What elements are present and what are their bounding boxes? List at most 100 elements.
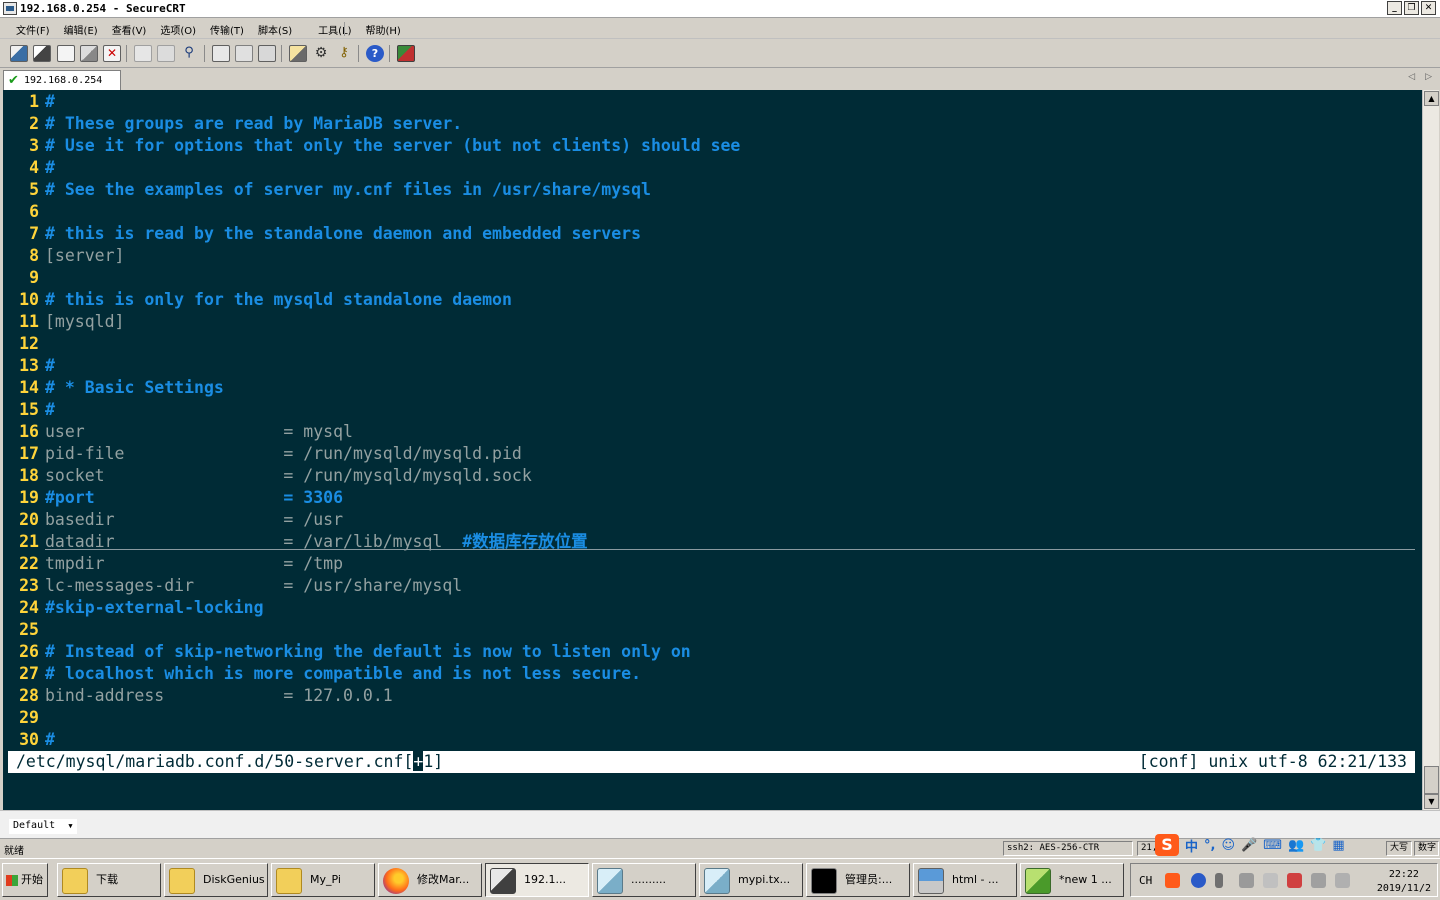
terminal-area[interactable]: 1 #2 # These groups are read by MariaDB se… [3, 90, 1422, 810]
copy-icon[interactable] [134, 45, 152, 62]
tray-sogou-icon[interactable] [1165, 873, 1180, 888]
text-cursor: + [413, 751, 424, 771]
tray-muted-icon[interactable] [1335, 873, 1350, 888]
reconnect-icon[interactable] [80, 45, 98, 62]
scrollbar-thumb[interactable] [1424, 766, 1439, 794]
line-content: #skip-external-locking [45, 597, 264, 619]
scroll-up-icon[interactable]: ▲ [1424, 91, 1439, 106]
menu-view[interactable]: 查看(V) [112, 22, 147, 37]
sogou-ime-logo[interactable]: S [1155, 834, 1179, 856]
ime-skin-icon[interactable]: 👕 [1310, 838, 1326, 853]
connect-icon[interactable] [10, 45, 28, 62]
minimize-button[interactable]: _ [1387, 1, 1402, 15]
ime-toolbox-icon[interactable]: ▦ [1332, 838, 1344, 853]
line-number: 20 [19, 510, 39, 529]
securecrt-app-icon[interactable] [3, 2, 17, 15]
ime-chinese-mode-icon[interactable]: 中 [1185, 836, 1198, 855]
line-content: user = mysql [45, 421, 353, 443]
editor-line: 19 #port = 3306 [3, 487, 1422, 509]
menu-options[interactable]: 选项(O) [160, 22, 196, 37]
line-number: 23 [19, 576, 39, 595]
line-content: # See the examples of server my.cnf file… [45, 179, 651, 201]
taskbar-button-downloads[interactable]: 下载 [57, 863, 161, 897]
ime-emoji-icon[interactable]: ☺ [1221, 838, 1235, 853]
session-tab[interactable]: ✔ 192.168.0.254 [3, 70, 121, 90]
tab-scroll-right-icon[interactable]: ▷ [1425, 72, 1432, 82]
tray-clock[interactable]: 22:22 2019/11/2 [1377, 868, 1431, 896]
line-number: 29 [19, 708, 39, 727]
vim-status-line: /etc/mysql/mariadb.conf.d/50-server.cnf[… [8, 751, 1415, 773]
menu-help[interactable]: 帮助(H) [365, 22, 400, 37]
menu-file[interactable]: 文件(F) [16, 22, 50, 37]
editor-line: 22 tmpdir = /tmp [3, 553, 1422, 575]
taskbar-button-mypi[interactable]: My_Pi [271, 863, 375, 897]
menu-edit[interactable]: 编辑(E) [64, 22, 98, 37]
notepadpp-icon [1025, 868, 1051, 894]
ime-keyboard-icon[interactable]: ⌨ [1263, 838, 1282, 853]
line-number: 13 [19, 356, 39, 375]
ime-user-icon[interactable]: 👥 [1288, 838, 1304, 853]
taskbar-button-firefox[interactable]: 修改Mar... [378, 863, 482, 897]
editor-line: 2 # These groups are read by MariaDB serv… [3, 113, 1422, 135]
taskbar-button-notepadpp[interactable]: *new 1 ... [1020, 863, 1124, 897]
taskbar-button-label: 修改Mar... [417, 873, 470, 886]
taskbar-button-html[interactable]: html - ... [913, 863, 1017, 897]
button-bar-selector[interactable]: Default ▼ [9, 819, 77, 834]
connect-tab-icon[interactable] [57, 45, 75, 62]
taskbar-button-label: My_Pi [310, 873, 341, 886]
taskbar-button-cmd[interactable]: 管理员:... [806, 863, 910, 897]
chevron-down-icon[interactable]: ▼ [65, 820, 76, 832]
tray-printer-icon[interactable] [1239, 873, 1254, 888]
tab-scroll-left-icon[interactable]: ◁ [1408, 72, 1415, 82]
tray-expand-icon[interactable] [1215, 873, 1223, 888]
clock-time: 22:22 [1388, 869, 1419, 880]
menu-script[interactable]: 脚本(S) [258, 22, 292, 37]
ime-voice-icon[interactable]: 🎤 [1241, 838, 1257, 853]
comment-text: # this is only for the mysqld standalone… [45, 290, 512, 309]
editor-line: 11 [mysqld] [3, 311, 1422, 333]
taskbar-button-securecrt[interactable]: 192.1... [485, 863, 589, 897]
taskbar-button-notepad[interactable]: .......... [592, 863, 696, 897]
button-bar-selected: Default [13, 820, 56, 831]
taskbar-button-diskgenius[interactable]: DiskGenius [164, 863, 268, 897]
line-content: # These groups are read by MariaDB serve… [45, 113, 462, 135]
disconnect-icon[interactable]: ✕ [103, 45, 121, 62]
session-options-icon[interactable] [289, 45, 307, 62]
editor-line: 16 user = mysql [3, 421, 1422, 443]
status-cipher: ssh2: AES-256-CTR [1003, 841, 1133, 856]
tray-language[interactable]: CH [1139, 874, 1152, 887]
find-icon[interactable]: ⚲ [180, 45, 198, 62]
sftp-icon[interactable] [397, 45, 415, 62]
print-icon[interactable] [212, 45, 230, 62]
editor-line: 4 # [3, 157, 1422, 179]
tray-volume-icon[interactable] [1263, 873, 1278, 888]
menu-transfer[interactable]: 传输(T) [210, 22, 244, 37]
quick-connect-icon[interactable] [33, 45, 51, 62]
editor-line: 18 socket = /run/mysqld/mysqld.sock [3, 465, 1422, 487]
line-content: # [45, 91, 55, 113]
print-setup-icon[interactable] [258, 45, 276, 62]
system-tray: CH 22:22 2019/11/2 [1130, 863, 1438, 897]
comment-text: # [45, 400, 55, 419]
config-text: pid-file = /run/mysqld/mysqld.pid [45, 444, 522, 463]
key-map-icon[interactable]: ⚷ [335, 45, 353, 62]
taskbar-button-mypi-txt[interactable]: mypi.tx... [699, 863, 803, 897]
print-selection-icon[interactable] [235, 45, 253, 62]
editor-line: 15 # [3, 399, 1422, 421]
paste-icon[interactable] [157, 45, 175, 62]
tray-help-icon[interactable] [1191, 873, 1206, 888]
toolbar: ✕ ⚲ ⚙ ⚷ ? [0, 40, 1440, 68]
start-button[interactable]: 开始 [2, 863, 48, 897]
restore-button[interactable]: ❐ [1404, 1, 1419, 15]
line-number: 16 [19, 422, 39, 441]
tray-network-icon[interactable] [1311, 873, 1326, 888]
ime-punctuation-icon[interactable]: °, [1204, 838, 1215, 853]
help-icon[interactable]: ? [366, 45, 384, 62]
terminal-scrollbar[interactable]: ▲ ▼ [1422, 90, 1439, 810]
menu-tools[interactable]: 工具(L) [318, 22, 351, 37]
scroll-down-icon[interactable]: ▼ [1424, 794, 1439, 809]
global-options-icon[interactable]: ⚙ [312, 45, 330, 62]
close-button[interactable]: ✕ [1421, 1, 1436, 15]
taskbar-button-label: 192.1... [524, 873, 566, 886]
tray-network-error-icon[interactable] [1287, 873, 1302, 888]
